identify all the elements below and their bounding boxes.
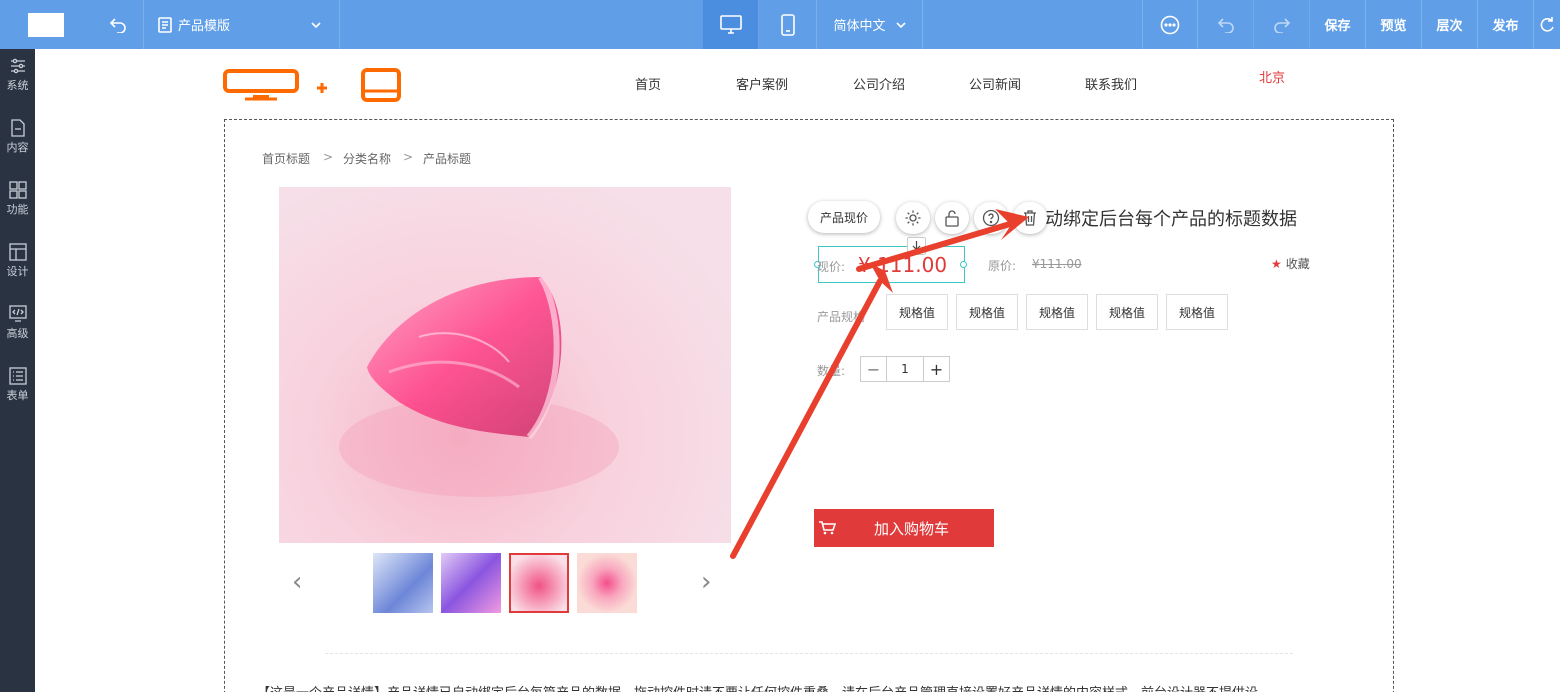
refresh-icon (1540, 16, 1554, 32)
more-button[interactable] (1142, 0, 1198, 49)
sidebar-item-label: 功能 (6, 203, 29, 216)
refresh-button[interactable] (1534, 0, 1560, 49)
annotation-arrow-short (856, 221, 1013, 272)
back-arrow-icon (109, 17, 126, 33)
sidebar-item-advanced[interactable]: 高级 (0, 305, 35, 357)
sidebar-item-system[interactable]: 系统 (0, 57, 35, 109)
code-icon (8, 305, 27, 322)
sidebar-item-label: 表单 (6, 389, 29, 402)
template-selector[interactable]: 产品模版 (144, 0, 340, 49)
sidebar-item-label: 系统 (6, 79, 29, 92)
redo-icon (1273, 17, 1290, 33)
logo-area (0, 0, 92, 49)
sidebar-item-label: 高级 (6, 327, 29, 340)
undo-back-button[interactable] (92, 0, 144, 49)
desktop-icon (719, 14, 742, 34)
publish-button[interactable]: 发布 (1478, 0, 1534, 49)
template-label: 产品模版 (178, 19, 231, 34)
sidebar-item-function[interactable]: 功能 (0, 181, 35, 233)
chevron-down-icon (895, 21, 906, 28)
chevron-down-icon (311, 21, 321, 28)
language-selector[interactable]: 简体中文 (817, 0, 923, 49)
sidebar-item-label: 内容 (6, 141, 29, 154)
form-icon (8, 367, 27, 385)
layers-button[interactable]: 层次 (1422, 0, 1478, 49)
sidebar-item-form[interactable]: 表单 (0, 367, 35, 419)
left-sidebar: 系统 内容 功能 设计 高级 表单 (0, 49, 35, 692)
layout-icon (8, 243, 27, 261)
undo-button[interactable] (1198, 0, 1254, 49)
sidebar-item-label: 设计 (6, 265, 29, 278)
desktop-view-button[interactable] (703, 0, 759, 49)
save-button[interactable]: 保存 (1310, 0, 1366, 49)
preview-button[interactable]: 预览 (1366, 0, 1422, 49)
undo-icon (1217, 17, 1234, 33)
language-label: 简体中文 (833, 19, 886, 34)
sliders-icon (10, 58, 25, 74)
top-toolbar: 产品模版 简体中文 保存 预览 层次 发布 (0, 0, 1560, 49)
annotation-arrows (730, 209, 1029, 559)
mobile-view-button[interactable] (759, 0, 817, 49)
grid-icon (8, 181, 27, 199)
page-icon (158, 16, 172, 33)
annotation-arrow-long (730, 278, 883, 559)
app-logo (28, 12, 64, 37)
document-icon (10, 119, 25, 137)
design-canvas: 首页 客户案例 公司介绍 公司新闻 联系我们 北京 首页标题 > 分类名称 > … (35, 49, 1560, 692)
sidebar-item-design[interactable]: 设计 (0, 243, 35, 295)
mobile-icon (780, 13, 795, 36)
sidebar-item-content[interactable]: 内容 (0, 119, 35, 171)
redo-button[interactable] (1254, 0, 1310, 49)
more-icon (1160, 15, 1180, 34)
